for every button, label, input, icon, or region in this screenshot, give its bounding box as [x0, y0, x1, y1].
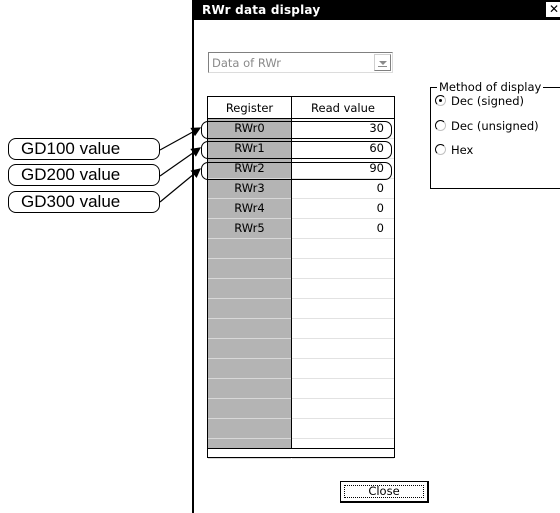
leader-line-gd300	[159, 168, 201, 203]
callout-gd100: GD100 value	[8, 138, 160, 160]
highlight-rwr0	[201, 121, 392, 139]
highlight-rwr2	[201, 162, 392, 180]
leader-line-gd200	[159, 147, 201, 177]
callout-gd200: GD200 value	[8, 164, 160, 186]
highlight-rwr1	[201, 141, 392, 159]
leader-line-gd100	[159, 127, 202, 151]
callout-gd300: GD300 value	[8, 191, 160, 213]
callout-leader-lines	[159, 127, 202, 203]
